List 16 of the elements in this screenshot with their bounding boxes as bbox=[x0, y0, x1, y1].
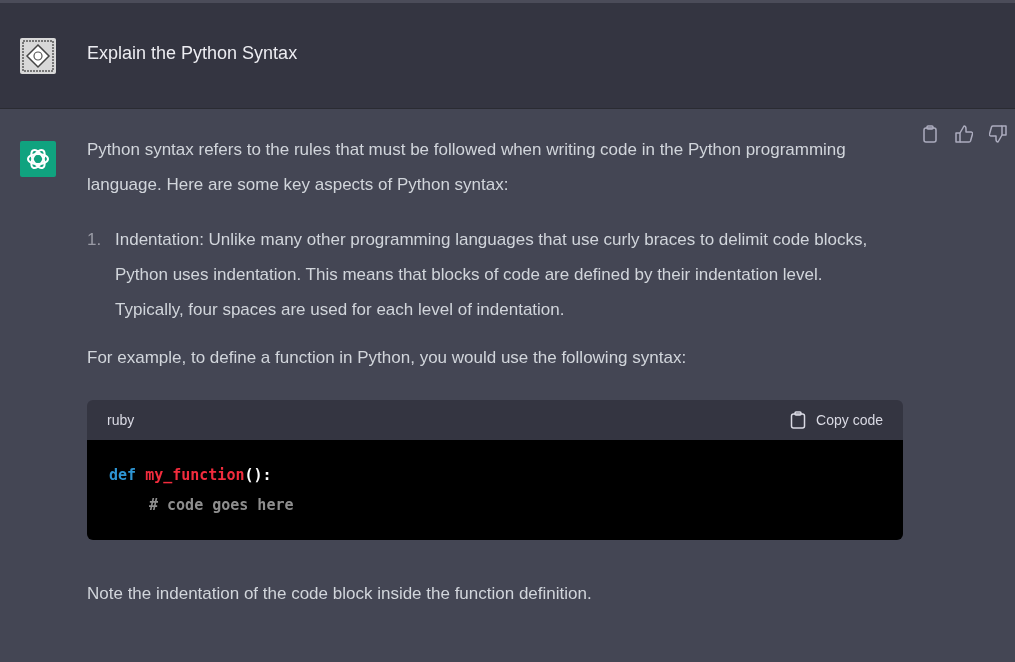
assistant-logo-icon bbox=[20, 141, 56, 177]
clipboard-icon[interactable] bbox=[921, 125, 939, 143]
code-line: def my_function(): bbox=[109, 465, 273, 486]
prompt-text: Explain the Python Syntax bbox=[87, 43, 298, 64]
list-item-text: Indentation: Unlike many other programming languages that use curly braces to delimit code blocks, Python uses indentation. This means that blocks of code are defined by their indentation level. Typically, four spaces are used for each level of indentation. bbox=[115, 229, 869, 321]
user-avatar-icon bbox=[20, 37, 56, 74]
code-language: ruby bbox=[107, 410, 135, 430]
thumbs-up-icon[interactable] bbox=[955, 125, 973, 143]
thumbs-down-icon[interactable] bbox=[989, 125, 1007, 143]
list-number: 1. bbox=[87, 229, 103, 251]
answer-paragraph: Note the indentation of the code block inside the function definition. bbox=[87, 583, 593, 605]
copy-code-button[interactable]: Copy code bbox=[790, 411, 883, 429]
answer-paragraph: For example, to define a function in Python, you would use the following syntax: bbox=[87, 347, 688, 369]
clipboard-icon bbox=[790, 411, 807, 429]
answer-paragraph: Python syntax refers to the rules that must be followed when writing code in the Python programming language. Here are some key aspects of Python syntax: bbox=[87, 139, 847, 196]
code-line: # code goes here bbox=[148, 495, 295, 516]
